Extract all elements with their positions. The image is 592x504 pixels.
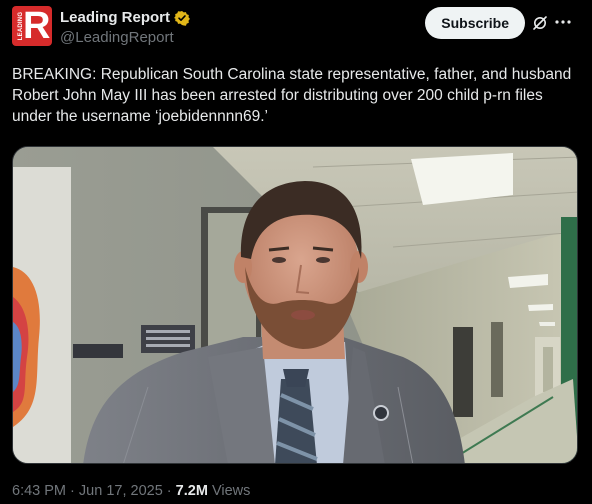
tweet-time[interactable]: 6:43 PM [12,483,66,499]
display-name[interactable]: Leading Report [60,8,170,28]
tweet-media-image[interactable] [12,146,578,464]
views-label: Views [211,483,251,499]
views-count[interactable]: 7.2M [176,483,208,499]
tweet-header: LEADING R Leading Report @LeadingReport … [12,6,580,50]
video-still-image [13,147,577,463]
meta-separator: · [70,483,75,499]
tweet-metadata: 6:43 PM · Jun 17, 2025 · 7.2M Views [12,482,250,500]
author-handle[interactable]: @LeadingReport [60,28,190,48]
subscribe-button[interactable]: Subscribe [425,7,525,39]
avatar-letter: R [23,6,51,46]
author-names: Leading Report @LeadingReport [60,8,190,48]
meta-separator-2: · [166,483,172,499]
more-options-icon[interactable] [554,13,572,31]
tweet-text: BREAKING: Republican South Carolina stat… [12,66,576,125]
grok-icon[interactable] [532,15,548,31]
tweet-date[interactable]: Jun 17, 2025 [79,483,163,499]
display-name-row: Leading Report [60,8,190,28]
tweet: LEADING R Leading Report @LeadingReport … [0,0,592,504]
verified-badge-icon [174,11,190,26]
avatar[interactable]: LEADING R [12,6,52,46]
